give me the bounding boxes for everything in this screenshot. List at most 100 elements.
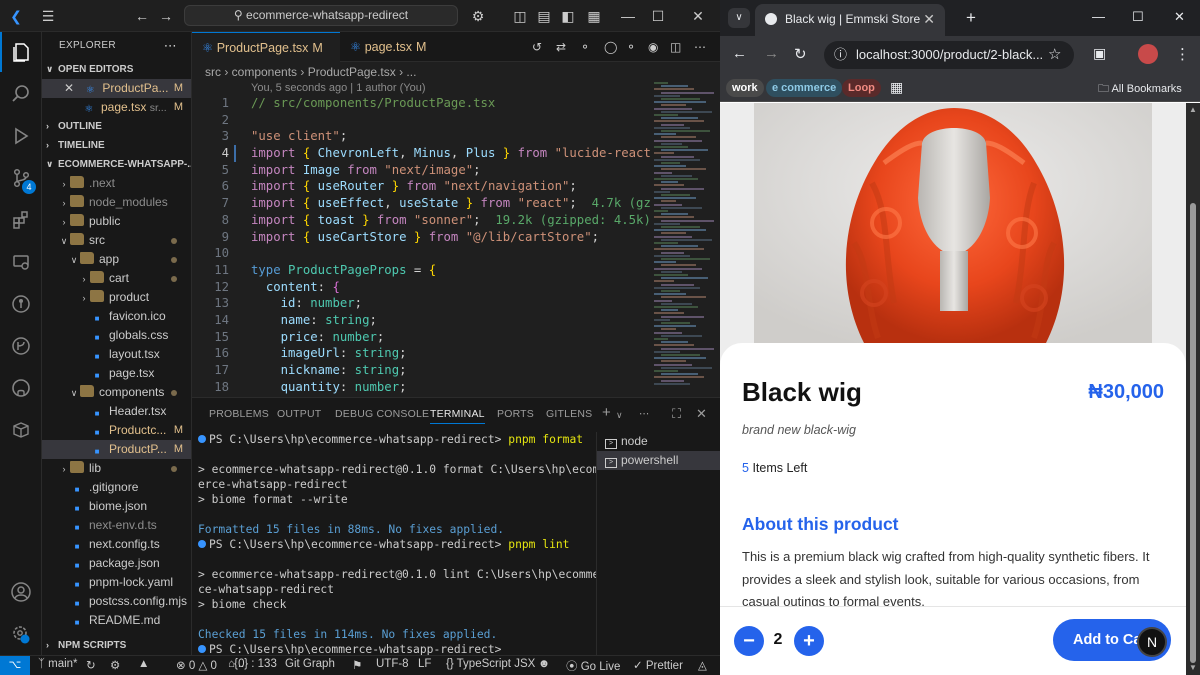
tree-item[interactable]: › cart: [42, 269, 191, 288]
git-graph-icon[interactable]: [0, 284, 42, 324]
terminal-output[interactable]: PS C:\Users\hp\ecommerce-whatsapp-redire…: [192, 432, 596, 656]
tree-item[interactable]: ■ pnpm-lock.yaml: [42, 573, 191, 592]
go-live-status[interactable]: ⦿ Go Live: [566, 658, 620, 674]
tree-item[interactable]: ∨ app: [42, 250, 191, 269]
search-icon[interactable]: [0, 74, 42, 114]
explorer-icon[interactable]: [0, 32, 42, 72]
browser-tab-active[interactable]: Black wig | Emmski Store ✕: [755, 4, 945, 36]
new-tab-plus-icon[interactable]: +: [966, 8, 976, 28]
toggle-panel-icon[interactable]: ▤: [534, 6, 554, 26]
tree-item[interactable]: ■ ProductP... M: [42, 440, 191, 459]
maximize-panel-icon[interactable]: ⛶: [672, 406, 681, 422]
code-view[interactable]: 1// src/components/ProductPage.tsx 2 3 "u…: [192, 95, 688, 395]
profile-avatar[interactable]: [1138, 44, 1158, 64]
tree-item[interactable]: ■ layout.tsx: [42, 345, 191, 364]
minimize-icon[interactable]: —: [1092, 9, 1105, 24]
new-terminal-plus-icon[interactable]: +: [602, 404, 611, 421]
maximize-icon[interactable]: ☐: [1132, 9, 1144, 25]
forward-arrow-icon[interactable]: →: [156, 6, 176, 26]
tree-item[interactable]: ■ Productc... M: [42, 421, 191, 440]
tree-item[interactable]: ∨ components: [42, 383, 191, 402]
more-actions-icon[interactable]: ⋯: [694, 40, 706, 54]
prettier-status[interactable]: ✓ Prettier: [633, 658, 683, 672]
scroll-up-icon[interactable]: ▲: [1189, 105, 1197, 114]
tree-item[interactable]: ∨ src: [42, 231, 191, 250]
chrome-menu-icon[interactable]: ⋮: [1175, 45, 1190, 63]
tab-problems[interactable]: PROBLEMS: [209, 408, 269, 420]
tree-item[interactable]: › .next: [42, 174, 191, 193]
bell-icon[interactable]: ⚑: [352, 658, 362, 672]
tab-debug-console[interactable]: DEBUG CONSOLE: [335, 408, 429, 420]
codelens-blame[interactable]: You, 5 seconds ago | 1 author (You): [251, 82, 426, 94]
tree-item[interactable]: ■ globals.css: [42, 326, 191, 345]
manage-gear-icon[interactable]: [0, 614, 42, 654]
bookmark-loop[interactable]: Loop: [842, 79, 881, 97]
tree-item[interactable]: ■ next.config.ts: [42, 535, 191, 554]
close-icon[interactable]: ✕: [688, 6, 708, 26]
tab-ports[interactable]: PORTS: [497, 408, 534, 420]
deploy-rocket-icon[interactable]: ▲: [138, 658, 149, 670]
scrollbar-thumb[interactable]: [1190, 203, 1196, 663]
open-editor-page[interactable]: ⚛ page.tsx sr... M: [42, 98, 191, 117]
terminal-powershell[interactable]: > powershell: [597, 451, 720, 470]
git-commit-icon[interactable]: ⚬: [580, 40, 590, 54]
project-section[interactable]: ∨ ECOMMERCE-WHATSAPP-...: [42, 155, 191, 174]
tree-item[interactable]: › public: [42, 212, 191, 231]
tree-item[interactable]: › node_modules: [42, 193, 191, 212]
bookmark-work[interactable]: work: [726, 79, 764, 97]
maximize-icon[interactable]: ☐: [648, 6, 668, 26]
tree-item[interactable]: ■ next-env.d.ts: [42, 516, 191, 535]
timeline-history-icon[interactable]: ↺: [532, 40, 542, 54]
gitlens-inspect-icon[interactable]: ◉: [648, 40, 658, 54]
page-scrollbar[interactable]: ▲ ▼: [1186, 103, 1200, 675]
tree-item[interactable]: ■ postcss.config.mjs: [42, 592, 191, 611]
minimize-icon[interactable]: —: [618, 6, 638, 26]
tab-terminal[interactable]: TERMINAL: [430, 408, 485, 424]
increase-quantity-button[interactable]: +: [794, 626, 824, 656]
package-icon[interactable]: [0, 410, 42, 450]
tab-gitlens[interactable]: GITLENS: [546, 408, 592, 420]
accounts-icon[interactable]: [0, 572, 42, 612]
scroll-down-icon[interactable]: ▼: [1189, 663, 1197, 672]
address-bar[interactable]: ⓘ localhost:3000/product/2-black...: [824, 41, 1074, 69]
extensions-icon[interactable]: [0, 200, 42, 240]
tree-item[interactable]: › product: [42, 288, 191, 307]
selection-status[interactable]: {..} : 133: [234, 658, 277, 670]
language-status[interactable]: {} TypeScript JSX: [446, 658, 535, 670]
npm-scripts-section[interactable]: › NPM SCRIPTS: [42, 636, 191, 655]
tab-page[interactable]: ⚛ page.tsx M: [340, 32, 440, 62]
decrease-quantity-button[interactable]: −: [734, 626, 764, 656]
tree-item[interactable]: ■ page.tsx: [42, 364, 191, 383]
settings-sync-icon[interactable]: ⚙: [110, 658, 120, 672]
source-control-icon[interactable]: 4: [0, 158, 42, 198]
more-actions-icon[interactable]: ⋯: [639, 408, 650, 420]
outline-section[interactable]: › OUTLINE: [42, 117, 191, 136]
remote-explorer-icon[interactable]: [0, 242, 42, 282]
github-icon[interactable]: [0, 368, 42, 408]
customize-layout-icon[interactable]: ▦: [584, 6, 604, 26]
compare-changes-icon[interactable]: ⇄: [556, 40, 566, 54]
tab-search-icon[interactable]: ∨: [728, 8, 750, 28]
tree-item[interactable]: ■ .gitignore: [42, 478, 191, 497]
git-graph-status[interactable]: Git Graph: [285, 658, 335, 670]
problems-status[interactable]: ⊗ 0 △ 0: [176, 658, 217, 672]
toggle-sidebar-icon[interactable]: ◫: [510, 6, 530, 26]
close-panel-icon[interactable]: ✕: [696, 406, 707, 422]
run-debug-icon[interactable]: [0, 116, 42, 156]
close-icon[interactable]: ✕: [64, 81, 74, 95]
remote-indicator-icon[interactable]: ⌥: [0, 656, 30, 675]
more-actions-icon[interactable]: ⋯: [164, 32, 177, 60]
branch-status[interactable]: ᛉ main*: [38, 658, 78, 670]
back-arrow-icon[interactable]: ←: [732, 45, 747, 62]
timeline-section[interactable]: › TIMELINE: [42, 136, 191, 155]
split-editor-icon[interactable]: ◫: [670, 40, 681, 54]
bookmark-ecommerce[interactable]: e commerce: [766, 79, 843, 97]
copilot-status-icon[interactable]: ☻: [538, 658, 550, 670]
copilot-icon[interactable]: ⚙: [468, 6, 488, 26]
extensions-puzzle-icon[interactable]: ▣: [1093, 45, 1106, 62]
close-icon[interactable]: ✕: [1174, 9, 1185, 25]
previous-change-icon[interactable]: ◯: [604, 40, 617, 54]
breadcrumb[interactable]: src › components › ProductPage.tsx › ...: [192, 62, 720, 82]
gitlens-icon[interactable]: [0, 326, 42, 366]
all-bookmarks-folder[interactable]: 🗀 All Bookmarks: [1098, 80, 1182, 99]
